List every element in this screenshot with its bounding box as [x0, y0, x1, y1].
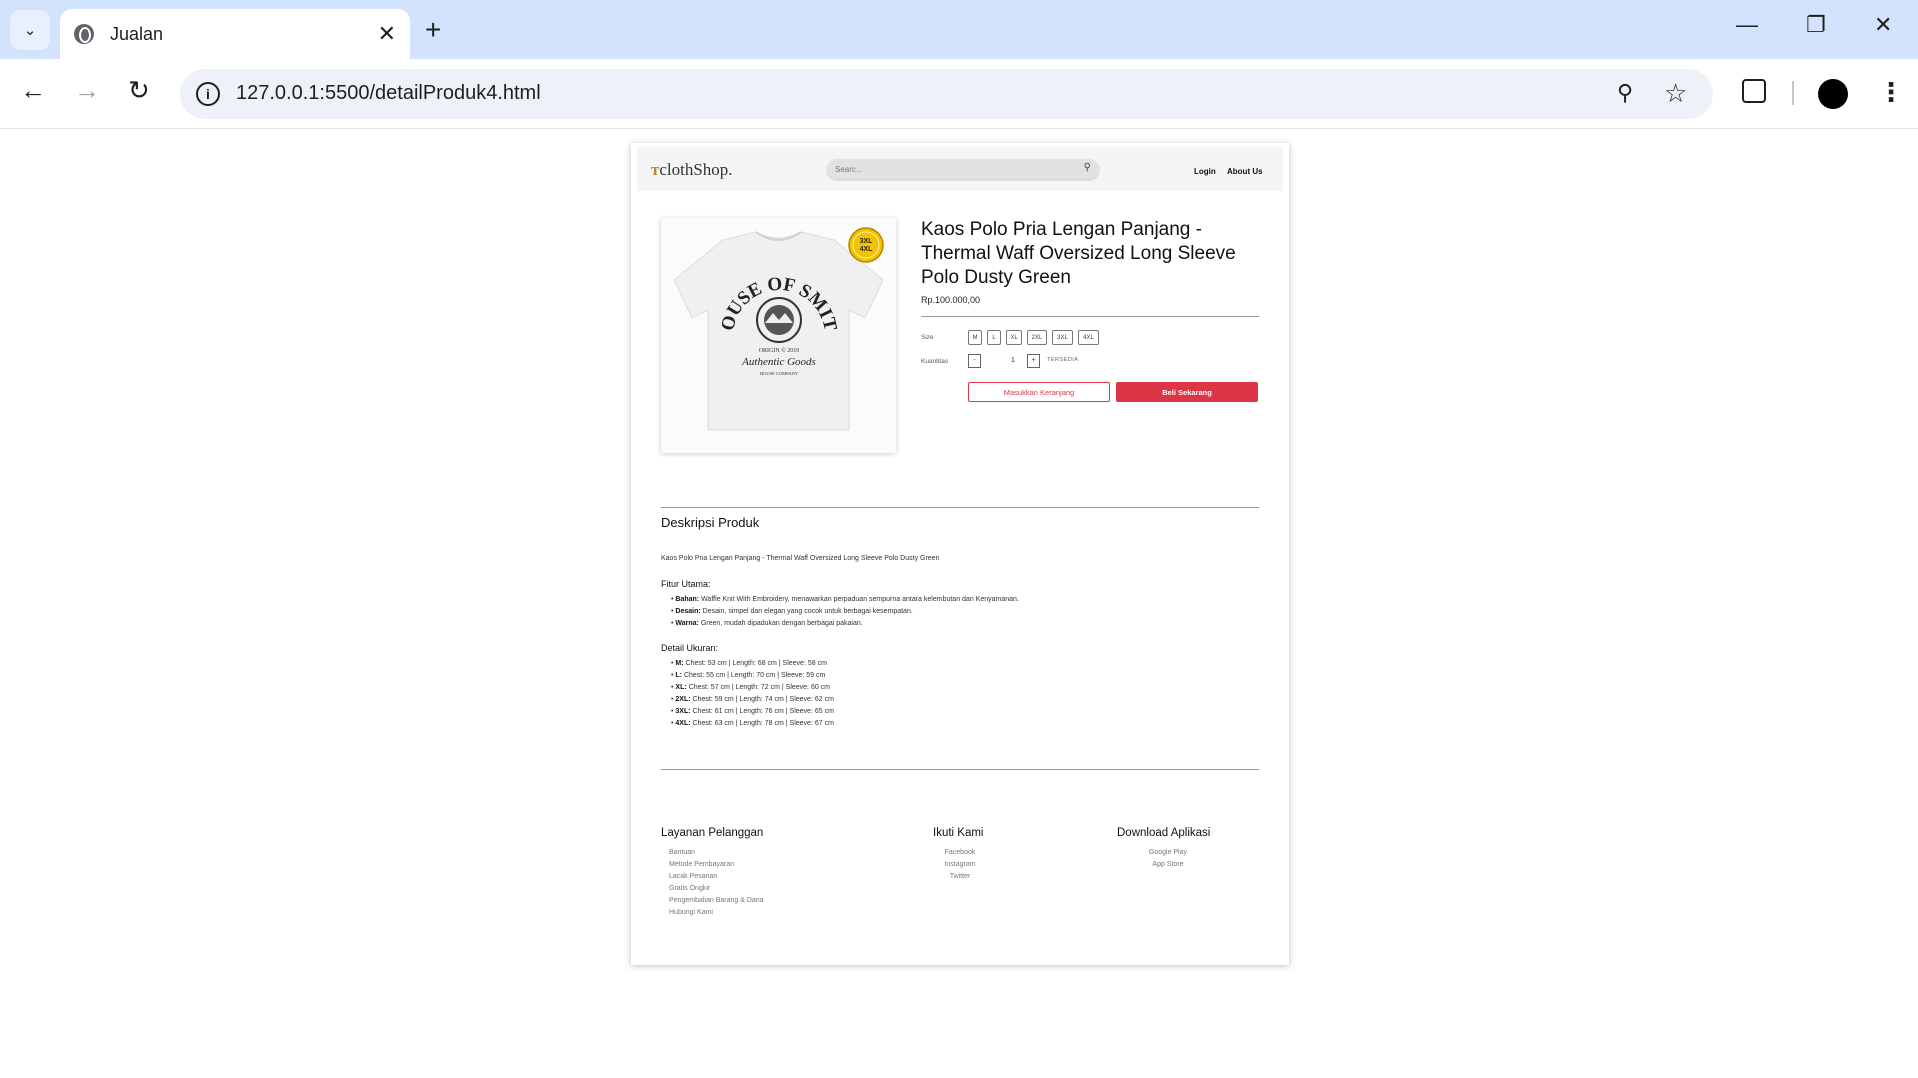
search-icon[interactable]: ⚲ [1084, 162, 1091, 173]
footer-link[interactable]: App Store [1117, 859, 1219, 871]
footer-link[interactable]: Lacak Pesanan [669, 871, 764, 883]
site-logo[interactable]: ᴛclothShop. [651, 160, 733, 180]
list-item: Desain: Desain, simpel dan elegan yang c… [671, 606, 1019, 618]
footer-link[interactable]: Instagram [933, 859, 987, 871]
footer-follow-heading: Ikuti Kami [933, 827, 984, 839]
footer-link[interactable]: Gratis Ongkir [669, 883, 764, 895]
address-bar[interactable]: i 127.0.0.1:5500/detailProduk4.html ⚲ ☆ [180, 69, 1713, 119]
size-option-2xl[interactable]: 2XL [1027, 330, 1047, 345]
footer-link[interactable]: Facebook [933, 847, 987, 859]
quantity-decrease-button[interactable]: - [968, 354, 981, 368]
size-option-m[interactable]: M [968, 330, 982, 345]
size-details-list: M: Chest: 53 cm | Length: 68 cm | Sleeve… [671, 658, 834, 730]
footer-link[interactable]: Google Play [1117, 847, 1219, 859]
footer-app-heading: Download Aplikasi [1117, 827, 1211, 839]
divider [661, 507, 1259, 508]
logo-text: clothShop. [659, 160, 733, 179]
list-item: XL: Chest: 57 cm | Length: 72 cm | Sleev… [671, 682, 834, 694]
zoom-icon[interactable]: ⚲ [1617, 80, 1633, 106]
add-to-cart-button[interactable]: Masukkan Keranjang [968, 382, 1110, 402]
list-item: M: Chest: 53 cm | Length: 68 cm | Sleeve… [671, 658, 834, 670]
page-container: ᴛclothShop. ⚲ Login About Us HOUSE OF SM… [631, 143, 1289, 965]
badge-line1: 3XL [860, 238, 874, 245]
nav-login-link[interactable]: Login [1194, 167, 1216, 176]
footer-service-links: Bantuan Metode Pembayaran Lacak Pesanan … [669, 847, 764, 919]
size-label: Size [921, 334, 934, 341]
description-heading: Deskripsi Produk [661, 515, 760, 530]
browser-tab[interactable]: Jualan ✕ [60, 9, 410, 59]
quantity-label: Kuantitas [921, 358, 949, 365]
print-origin: ORIGIN © 2010 [759, 347, 800, 354]
quantity-increase-button[interactable]: + [1027, 354, 1040, 368]
restore-icon[interactable]: ❐ [1806, 12, 1826, 38]
url-text[interactable]: 127.0.0.1:5500/detailProduk4.html [236, 82, 541, 105]
divider [921, 316, 1259, 317]
site-header: ᴛclothShop. ⚲ Login About Us [637, 147, 1283, 191]
product-image[interactable]: HOUSE OF SMITH ORIGIN © 2010 Authentic G… [654, 202, 896, 453]
more-menu-icon[interactable]: ⋮ [1878, 77, 1904, 108]
size-option-4xl[interactable]: 4XL [1078, 330, 1099, 345]
search-input[interactable] [835, 162, 1065, 176]
chevron-down-icon: ⌄ [23, 22, 37, 39]
footer-link[interactable]: Hubungi Kami [669, 907, 764, 919]
extensions-icon[interactable] [1742, 79, 1766, 103]
bookmark-star-icon[interactable]: ☆ [1664, 78, 1687, 109]
nav-about-link[interactable]: About Us [1227, 167, 1263, 176]
browser-tabbar: ⌄ Jualan ✕ + — ❐ ✕ [0, 0, 1918, 59]
list-item: L: Chest: 55 cm | Length: 70 cm | Sleeve… [671, 670, 834, 682]
product-price: Rp.100.000,00 [921, 295, 981, 305]
footer-link[interactable]: Bantuan [669, 847, 764, 859]
footer-link[interactable]: Metode Pembayaran [669, 859, 764, 871]
tshirt-image: HOUSE OF SMITH ORIGIN © 2010 Authentic G… [654, 202, 884, 431]
footer-link[interactable]: Twitter [933, 871, 987, 883]
features-heading: Fitur Utama: [661, 579, 711, 589]
globe-icon [74, 24, 94, 44]
quantity-input[interactable]: 1 [999, 354, 1027, 368]
site-info-icon[interactable]: i [196, 82, 220, 106]
badge-line2: 4XL [860, 246, 874, 253]
search-bar: ⚲ [827, 159, 1099, 179]
reload-icon[interactable]: ↻ [128, 77, 150, 103]
footer-follow-links: Facebook Instagram Twitter [933, 847, 987, 883]
tab-title: Jualan [110, 23, 164, 44]
new-tab-button[interactable]: + [425, 14, 441, 46]
print-company: HOUSE COMPANY [760, 371, 799, 376]
back-icon[interactable]: ← [20, 77, 46, 103]
footer-link[interactable]: Pengembalian Barang & Dana [669, 895, 764, 907]
sizes-heading: Detail Ukuran: [661, 643, 719, 653]
size-option-l[interactable]: L [987, 330, 1001, 345]
size-option-xl[interactable]: XL [1006, 330, 1022, 345]
stock-status: TERSEDIA [1047, 357, 1079, 363]
profile-avatar[interactable] [1818, 79, 1848, 109]
list-item: 4XL: Chest: 63 cm | Length: 78 cm | Slee… [671, 718, 834, 730]
size-option-3xl[interactable]: 3XL [1052, 330, 1073, 345]
minimize-icon[interactable]: — [1736, 12, 1758, 38]
footer-app-links: Google Play App Store [1117, 847, 1219, 871]
product-title: Kaos Polo Pria Lengan Panjang - Thermal … [921, 219, 1236, 288]
forward-icon[interactable]: → [74, 77, 100, 103]
close-tab-icon[interactable]: ✕ [378, 23, 396, 45]
list-item: Bahan: Waffle Knit With Embroidery, mena… [671, 594, 1018, 606]
list-item: 2XL: Chest: 59 cm | Length: 74 cm | Slee… [671, 694, 834, 706]
browser-toolbar: ← → ↻ i 127.0.0.1:5500/detailProduk4.htm… [0, 59, 1918, 129]
close-window-icon[interactable]: ✕ [1874, 12, 1892, 38]
description-intro: Kaos Polo Pria Lengan Panjang - Thermal … [661, 555, 940, 562]
list-item: Warna: Green, mudah dipadukan dengan ber… [671, 618, 1019, 630]
toolbar-divider [1792, 81, 1794, 105]
list-item: 3XL: Chest: 61 cm | Length: 76 cm | Slee… [671, 706, 834, 718]
features-list: Bahan: Waffle Knit With Embroidery, mena… [671, 594, 1019, 630]
buy-now-button[interactable]: Beli Sekarang [1116, 382, 1258, 402]
footer-service-heading: Layanan Pelanggan [661, 827, 764, 839]
divider [661, 769, 1259, 770]
tab-search-button[interactable]: ⌄ [10, 10, 50, 50]
print-script: Authentic Goods [741, 356, 816, 368]
